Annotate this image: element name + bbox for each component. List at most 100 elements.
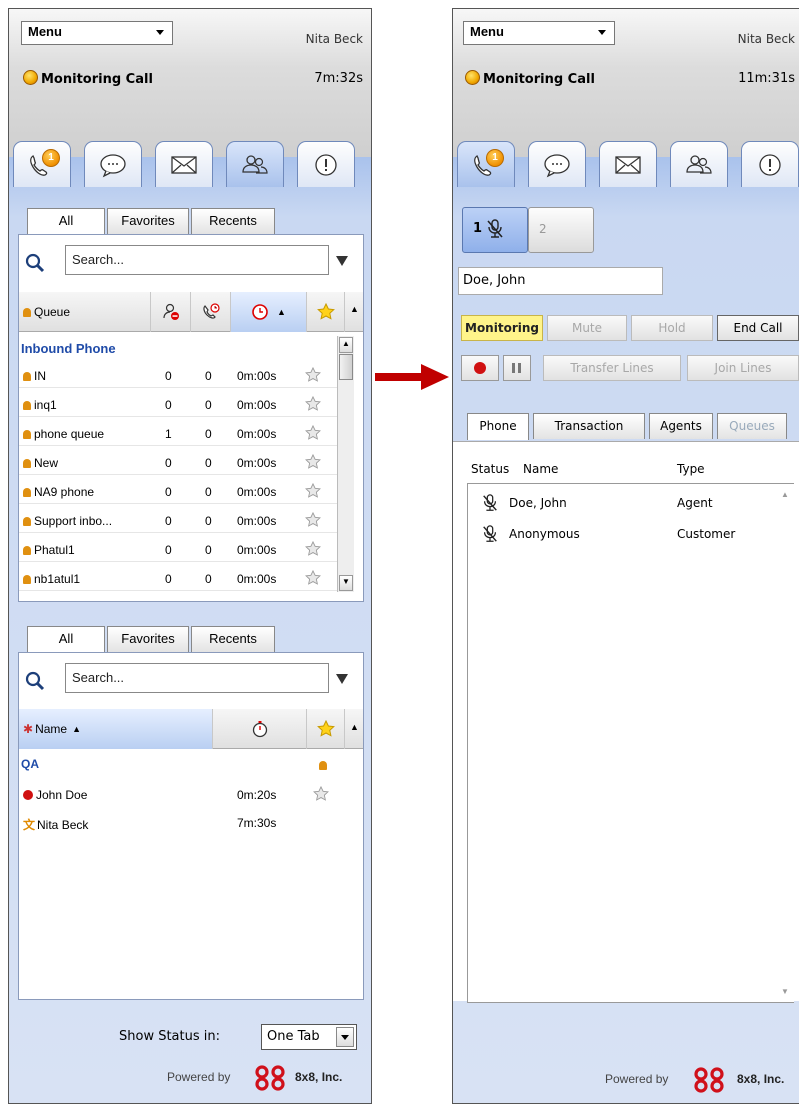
favorite-star-icon[interactable]: [305, 425, 321, 441]
line-1-label: 1: [473, 221, 483, 236]
agent-row[interactable]: ⽂ Nita Beck 7m:30s: [19, 811, 349, 835]
tab-transaction[interactable]: Transaction: [533, 413, 645, 439]
tab-phone-detail[interactable]: Phone: [467, 413, 529, 440]
up-arrow-icon[interactable]: ▲: [781, 490, 789, 499]
menu-dropdown[interactable]: Menu: [21, 21, 173, 45]
tab-chat[interactable]: [528, 141, 586, 187]
queue-row[interactable]: nb1atul1 0 0 0m:00s: [19, 567, 337, 591]
tab-phone[interactable]: 1: [13, 141, 71, 187]
tab-chat[interactable]: [84, 141, 142, 187]
record-button[interactable]: [461, 355, 499, 381]
scroll-up-button[interactable]: ▲: [339, 337, 353, 353]
queue-waiting: 0: [205, 543, 212, 557]
pause-button[interactable]: [503, 355, 531, 381]
menu-dropdown[interactable]: Menu: [463, 21, 615, 45]
favorite-star-icon[interactable]: [305, 454, 321, 470]
caller-name-field[interactable]: Doe, John: [458, 267, 663, 295]
queue-row[interactable]: NA9 phone 0 0 0m:00s: [19, 480, 337, 504]
col-unavailable[interactable]: [151, 292, 191, 332]
tab-recents[interactable]: Recents: [191, 626, 275, 652]
up-arrow-icon[interactable]: ▲: [350, 722, 359, 732]
favorite-star-icon[interactable]: [305, 512, 321, 528]
agent-search-input[interactable]: Search...: [65, 663, 329, 693]
transfer-lines-button[interactable]: Transfer Lines: [543, 355, 681, 381]
people-icon: [242, 154, 268, 174]
tab-directory[interactable]: [670, 141, 728, 187]
queue-row[interactable]: New 0 0 0m:00s: [19, 451, 337, 475]
agent-row[interactable]: John Doe 0m:20s: [19, 783, 349, 807]
tab-alerts[interactable]: [741, 141, 799, 187]
col-type: Type: [677, 462, 705, 476]
col-favorite[interactable]: [307, 292, 345, 332]
col-favorite[interactable]: [307, 709, 345, 749]
muted-mic-icon: [483, 494, 497, 511]
tab-directory[interactable]: [226, 141, 284, 187]
tab-recents[interactable]: Recents: [191, 208, 275, 234]
search-icon[interactable]: [25, 671, 45, 691]
participant-row[interactable]: Anonymous Customer: [471, 522, 771, 546]
tab-email[interactable]: [155, 141, 213, 187]
agent-icon: [23, 401, 31, 410]
agent-icon: [319, 761, 327, 770]
queue-scrollbar[interactable]: ▲ ▼: [337, 336, 354, 592]
favorite-star-icon[interactable]: [313, 786, 329, 802]
hold-button[interactable]: Hold: [631, 315, 713, 341]
favorite-star-icon[interactable]: [305, 483, 321, 499]
header-scroll-up[interactable]: ▲: [347, 292, 364, 332]
end-call-button[interactable]: End Call: [717, 315, 799, 341]
tab-email[interactable]: [599, 141, 657, 187]
participants-scrollbar[interactable]: ▲ ▼: [777, 484, 794, 1002]
tab-all[interactable]: All: [27, 208, 105, 235]
down-arrow-icon[interactable]: ▼: [781, 987, 789, 996]
join-lines-button[interactable]: Join Lines: [687, 355, 799, 381]
col-waiting[interactable]: [191, 292, 231, 332]
favorite-star-icon[interactable]: [305, 570, 321, 586]
queue-row[interactable]: IN 0 0 0m:00s: [19, 364, 337, 388]
filter-icon[interactable]: [336, 674, 348, 684]
favorite-star-icon[interactable]: [305, 367, 321, 383]
queue-row[interactable]: inq1 0 0 0m:00s: [19, 393, 337, 417]
scroll-thumb[interactable]: [339, 354, 353, 380]
line-2-button[interactable]: 2: [528, 207, 594, 253]
filter-icon[interactable]: [336, 256, 348, 266]
favorite-star-icon[interactable]: [305, 541, 321, 557]
queue-agents: 0: [165, 572, 172, 586]
favorite-star-icon[interactable]: [305, 396, 321, 412]
mute-button[interactable]: Mute: [547, 315, 627, 341]
col-queue[interactable]: Queue: [19, 292, 151, 332]
tab-phone[interactable]: 1: [457, 141, 515, 187]
search-icon[interactable]: [25, 253, 45, 273]
notification-badge: 1: [486, 149, 504, 167]
tab-all[interactable]: All: [27, 626, 105, 653]
queue-wait-time: 0m:00s: [237, 456, 277, 470]
company-name: 8x8, Inc.: [295, 1070, 343, 1084]
col-duration[interactable]: [213, 709, 307, 749]
col-name[interactable]: ✱ Name ▲: [19, 709, 213, 749]
queue-row[interactable]: Support inbo... 0 0 0m:00s: [19, 509, 337, 533]
star-icon: [316, 303, 335, 320]
queue-search-input[interactable]: Search...: [65, 245, 329, 275]
line-2-label: 2: [539, 222, 547, 236]
call-status-label: Monitoring Call: [483, 72, 595, 87]
queue-row[interactable]: Phatul1 0 0 0m:00s: [19, 538, 337, 562]
tab-agents[interactable]: Agents: [649, 413, 713, 439]
col-name-label: Name: [35, 722, 68, 736]
tab-favorites[interactable]: Favorites: [107, 208, 189, 234]
tab-alerts[interactable]: [297, 141, 355, 187]
queue-waiting: 0: [205, 427, 212, 441]
monitoring-button[interactable]: Monitoring: [461, 315, 543, 341]
tab-favorites[interactable]: Favorites: [107, 626, 189, 652]
agent-group-title: QA: [21, 757, 39, 771]
scroll-down-button[interactable]: ▼: [339, 575, 353, 591]
menu-label: Menu: [28, 24, 62, 39]
show-status-select[interactable]: One Tab: [261, 1024, 357, 1050]
queue-row[interactable]: phone queue 1 0 0m:00s: [19, 422, 337, 446]
participant-row[interactable]: Doe, John Agent: [471, 491, 771, 515]
queue-agents: 0: [165, 485, 172, 499]
col-wait-time[interactable]: ▲: [231, 292, 307, 332]
tab-queues[interactable]: Queues: [717, 413, 787, 439]
queue-waiting: 0: [205, 485, 212, 499]
line-1-button[interactable]: 1: [462, 207, 528, 253]
agent-table-header: ✱ Name ▲ ▲: [19, 709, 363, 749]
agent-unavailable-icon: [162, 303, 179, 320]
